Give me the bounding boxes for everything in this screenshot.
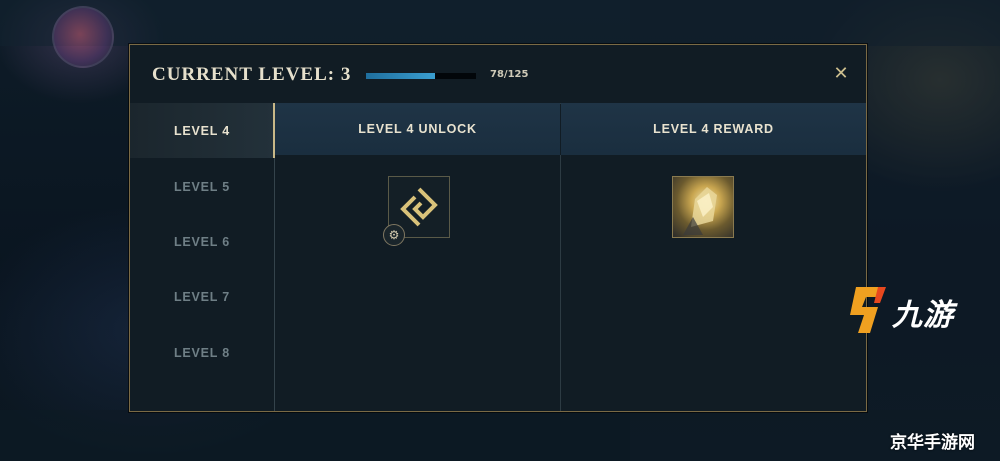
unlock-header-label: LEVEL 4 UNLOCK xyxy=(358,122,477,136)
level-tab-4[interactable]: LEVEL 4 xyxy=(130,103,275,158)
xp-progress-bar xyxy=(366,73,476,79)
watermark-brand-logo: 九游 xyxy=(848,283,976,337)
background-bottom-bar xyxy=(0,410,1000,461)
close-icon: ✕ xyxy=(833,63,849,84)
reward-header-label: LEVEL 4 REWARD xyxy=(653,122,774,136)
watermark-site-name: 京华手游网 xyxy=(890,433,975,453)
column-divider xyxy=(560,155,561,411)
level-tab-8[interactable]: LEVEL 8 xyxy=(130,325,274,380)
level-tab-6[interactable]: LEVEL 6 xyxy=(130,214,274,269)
level-tab-5[interactable]: LEVEL 5 xyxy=(130,159,274,214)
level-list: LEVEL 4 LEVEL 5 LEVEL 6 LEVEL 7 LEVEL 8 xyxy=(130,103,275,411)
reward-item[interactable] xyxy=(672,176,734,238)
current-level-title: CURRENT LEVEL: 3 xyxy=(152,64,352,85)
level-tab-label: LEVEL 7 xyxy=(173,289,231,304)
xp-progress-text: 78/125 xyxy=(490,69,529,80)
brand-name: 九游 xyxy=(892,298,954,333)
settings-cog-icon: ⚙ xyxy=(383,224,405,246)
level-tab-label: LEVEL 6 xyxy=(173,234,231,249)
level-tab-label: LEVEL 8 xyxy=(173,345,231,360)
level-rewards-modal: CURRENT LEVEL: 3 78/125 ✕ LEVEL 4 LEVEL … xyxy=(129,44,867,412)
level-tab-7[interactable]: LEVEL 7 xyxy=(130,269,274,324)
champion-portrait-icon xyxy=(683,187,717,235)
reward-column-header: LEVEL 4 REWARD xyxy=(561,103,866,155)
level-tab-label: LEVEL 4 xyxy=(173,123,231,138)
modal-header: CURRENT LEVEL: 3 78/125 ✕ xyxy=(130,45,866,104)
level-detail-content: LEVEL 4 UNLOCK LEVEL 4 REWARD ⚙ xyxy=(275,103,866,411)
close-button[interactable]: ✕ xyxy=(830,63,852,85)
brand-logo-icon xyxy=(850,287,886,333)
unlock-column-header: LEVEL 4 UNLOCK xyxy=(275,103,560,155)
background-avatar xyxy=(52,6,114,68)
xp-progress-fill xyxy=(366,73,435,79)
level-tab-label: LEVEL 5 xyxy=(173,179,231,194)
